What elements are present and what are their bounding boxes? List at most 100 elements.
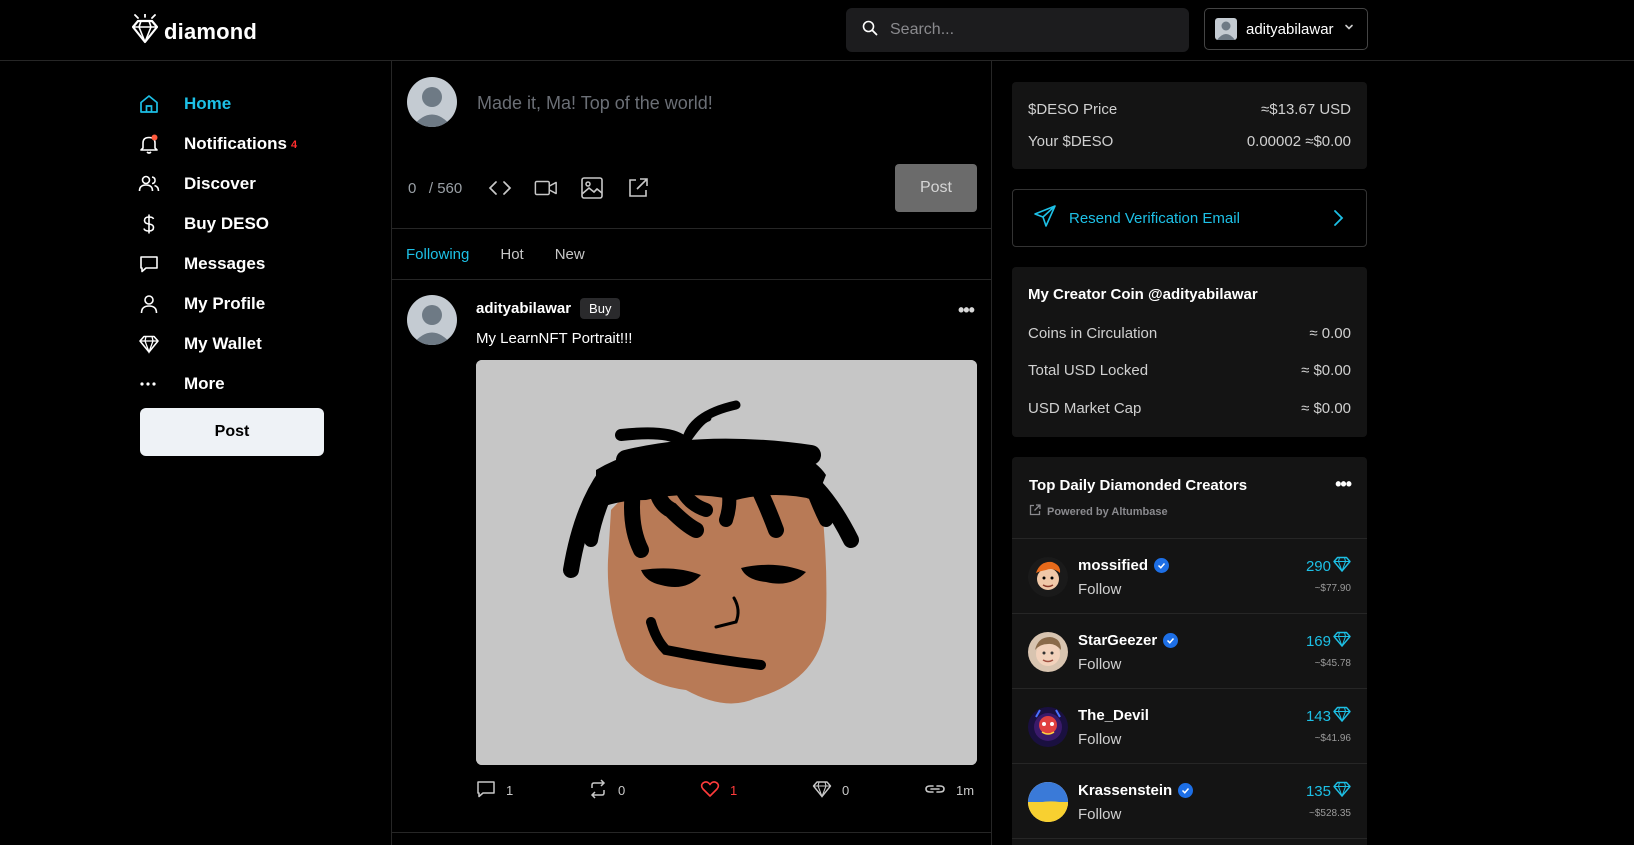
tab-hot[interactable]: Hot <box>500 246 523 263</box>
sidebar-item-my-profile[interactable]: My Profile <box>138 284 388 324</box>
external-link-icon[interactable] <box>626 176 650 200</box>
top-creators-card: Top Daily Diamonded Creators Powered by … <box>1012 457 1367 845</box>
coin-stat-value: ≈ $0.00 <box>1301 400 1351 417</box>
coin-stat-value: ≈ 0.00 <box>1309 325 1351 342</box>
creator-usd-value: ~$45.78 <box>1314 658 1351 669</box>
verified-badge-icon <box>1178 783 1194 798</box>
verified-badge-icon <box>1163 633 1179 648</box>
resend-verification-button[interactable]: Resend Verification Email <box>1012 189 1367 247</box>
user-icon <box>138 293 184 315</box>
deso-price-row: $DESO Price ≈$13.67 USD <box>1028 82 1351 118</box>
composer-input[interactable]: Made it, Ma! Top of the world! <box>477 93 713 114</box>
your-deso-value: 0.00002 ≈$0.00 <box>1246 133 1351 150</box>
sidebar-item-notifications[interactable]: Notifications 4 <box>138 124 388 164</box>
sidebar-item-buy-deso[interactable]: Buy DESO <box>138 204 388 244</box>
creator-avatar[interactable] <box>1028 632 1068 672</box>
search-box[interactable] <box>846 8 1189 52</box>
sidebar-item-discover[interactable]: Discover <box>138 164 388 204</box>
repost-icon <box>588 779 608 802</box>
sidebar-item-label: Discover <box>184 174 256 193</box>
tab-new[interactable]: New <box>555 246 585 263</box>
logo[interactable]: diamond <box>131 13 258 49</box>
powered-by-link[interactable]: Powered by Altumbase <box>1029 504 1350 519</box>
diamond-count: 0 <box>842 783 850 798</box>
like-action[interactable]: 1 <box>700 779 737 802</box>
diamond-count-wrap: 135 <box>1306 781 1351 801</box>
main-feed: Made it, Ma! Top of the world! 0 / 560 P… <box>391 61 992 845</box>
creator-name[interactable]: mossified <box>1078 557 1148 574</box>
notification-count-badge: 4 <box>290 139 298 151</box>
sidebar-item-home[interactable]: Home <box>138 84 388 124</box>
account-switcher[interactable]: adityabilawar <box>1204 8 1368 50</box>
sidebar-item-label: My Wallet <box>184 334 262 353</box>
sidebar-item-my-wallet[interactable]: My Wallet <box>138 324 388 364</box>
creator-name[interactable]: Krassenstein <box>1078 782 1172 799</box>
sidebar-item-label: More <box>184 374 225 393</box>
diamond-count-wrap: 143 <box>1306 706 1351 726</box>
composer-post-button[interactable]: Post <box>895 164 977 212</box>
creator-avatar[interactable] <box>1028 707 1068 747</box>
repost-action[interactable]: 0 <box>588 779 625 802</box>
creator-row[interactable]: The_Devil Follow 143 ~$41.96 <box>1012 689 1367 764</box>
post-avatar[interactable] <box>407 295 457 345</box>
creator-row[interactable]: StarGeezer Follow 169 ~$45.78 <box>1012 614 1367 689</box>
diamond-count-wrap: 169 <box>1306 631 1351 651</box>
diamond-icon <box>1333 706 1351 726</box>
comment-count: 1 <box>506 783 514 798</box>
creator-avatar[interactable] <box>1028 557 1068 597</box>
copy-link-action[interactable]: 1m <box>924 779 974 802</box>
post-text: My LearnNFT Portrait!!! <box>476 330 633 347</box>
creator-row[interactable]: mossified Follow 290 ~$77.90 <box>1012 539 1367 614</box>
creator-diamond-count: 135 <box>1305 782 1331 800</box>
image-icon[interactable] <box>580 176 604 200</box>
creator-avatar[interactable] <box>1028 782 1068 822</box>
sidebar-nav: Home Notifications 4 Discover Buy DESO M… <box>138 84 388 404</box>
buy-coin-button[interactable]: Buy <box>580 298 621 319</box>
creator-name[interactable]: StarGeezer <box>1078 632 1157 649</box>
follow-button[interactable]: Follow <box>1078 581 1121 598</box>
dollar-icon <box>138 213 184 235</box>
character-limit: / 560 <box>428 180 463 197</box>
your-deso-label: Your $DESO <box>1028 133 1114 150</box>
verified-badge-icon <box>1154 558 1170 573</box>
code-embed-icon[interactable] <box>488 176 512 200</box>
post-image[interactable] <box>476 360 977 765</box>
sidebar-item-more[interactable]: More <box>138 364 388 404</box>
post-username[interactable]: adityabilawar <box>476 300 571 317</box>
coin-stat-row: USD Market Cap ≈ $0.00 <box>1028 379 1351 417</box>
creator-diamond-count: 290 <box>1305 557 1331 575</box>
post-options-icon[interactable]: ••• <box>958 300 975 321</box>
creator-diamond-count: 169 <box>1305 632 1331 650</box>
sidebar-item-label: My Profile <box>184 294 266 313</box>
creator-usd-value: ~$77.90 <box>1314 583 1351 594</box>
top-creators-header: Top Daily Diamonded Creators Powered by … <box>1012 457 1367 539</box>
video-icon[interactable] <box>534 176 558 200</box>
send-icon <box>1033 204 1057 233</box>
sidebar-post-button[interactable]: Post <box>140 408 324 456</box>
top-creators-options-icon[interactable]: ••• <box>1335 474 1352 495</box>
feed-post[interactable]: adityabilawar Buy ••• My LearnNFT Portra… <box>392 280 991 833</box>
diamond-action[interactable]: 0 <box>812 779 849 802</box>
sidebar-item-label: Buy DESO <box>184 214 270 233</box>
diamond-logo-icon <box>131 13 159 49</box>
search-input[interactable] <box>890 21 1170 39</box>
repost-count: 0 <box>618 783 626 798</box>
chevron-down-icon <box>1343 20 1355 38</box>
logo-text: diamond <box>164 18 258 44</box>
follow-button[interactable]: Follow <box>1078 731 1121 748</box>
follow-button[interactable]: Follow <box>1078 656 1121 673</box>
home-icon <box>138 93 184 115</box>
coin-stat-label: Total USD Locked <box>1028 362 1149 379</box>
account-avatar <box>1215 18 1237 40</box>
creator-name-wrap: StarGeezer <box>1078 632 1179 649</box>
creator-name[interactable]: The_Devil <box>1078 707 1149 724</box>
comment-action[interactable]: 1 <box>476 779 513 802</box>
post-header: adityabilawar Buy <box>476 298 621 319</box>
sidebar-item-label: Notifications <box>184 134 287 153</box>
post-age: 1m <box>956 783 975 798</box>
diamond-icon <box>1333 556 1351 576</box>
creator-row[interactable]: Krassenstein Follow 135 ~$528.35 <box>1012 764 1367 839</box>
follow-button[interactable]: Follow <box>1078 806 1121 823</box>
sidebar-item-messages[interactable]: Messages <box>138 244 388 284</box>
tab-following[interactable]: Following <box>406 246 469 263</box>
